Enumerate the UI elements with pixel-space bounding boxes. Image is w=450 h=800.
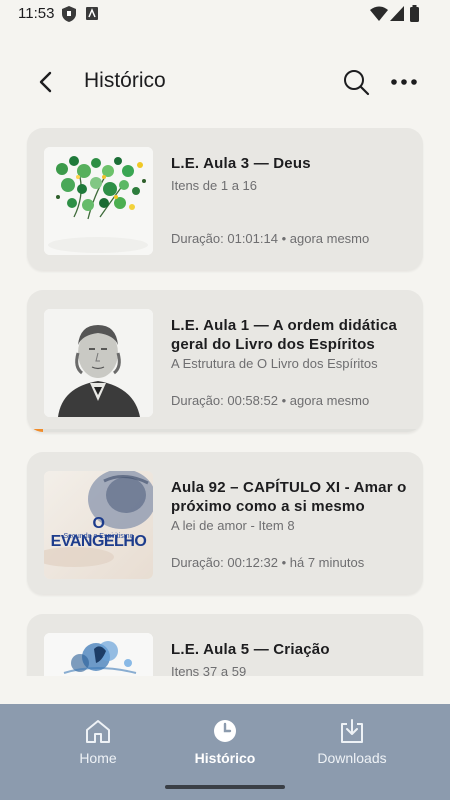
episode-duration: Duração: 01:01:14	[171, 231, 278, 246]
episode-thumbnail	[44, 147, 153, 255]
episode-subtitle: Itens 37 a 59	[171, 664, 247, 676]
episode-subtitle: A lei de amor - Item 8	[171, 518, 295, 533]
episode-title: L.E. Aula 3 — Deus	[171, 155, 311, 172]
app-bar: Histórico	[0, 52, 450, 112]
episode-duration: Duração: 00:58:52	[171, 393, 278, 408]
playback-progress-fill	[27, 429, 43, 432]
episode-subtitle: A Estrutura de O Livro dos Espíritos	[171, 356, 378, 371]
nav-historico[interactable]: Histórico	[160, 714, 290, 774]
episode-title: L.E. Aula 1 — A ordem didática geral do …	[171, 317, 398, 353]
battery-icon	[410, 5, 419, 22]
nav-downloads[interactable]: Downloads	[287, 714, 417, 774]
episode-meta: Duração: 00:12:32 • há 7 minutos	[171, 555, 364, 570]
history-item[interactable]: O EVANGELHO Segundo o Espiritismo Aula 9…	[27, 452, 423, 594]
meta-separator: •	[281, 555, 290, 570]
episode-played-time: há 7 minutos	[289, 555, 365, 570]
more-horizontal-icon	[391, 79, 417, 85]
cover-subtitle-text: Segundo o Espiritismo	[63, 533, 134, 540]
signal-icon	[390, 6, 404, 21]
creation-artwork-image	[44, 633, 153, 676]
app-notification-icon	[86, 7, 98, 20]
nav-historico-label: Histórico	[194, 750, 256, 766]
episode-played-time: agora mesmo	[289, 231, 370, 246]
wifi-icon	[370, 6, 388, 21]
episode-subtitle: Itens de 1 a 16	[171, 178, 258, 193]
status-time: 11:53	[18, 5, 55, 22]
download-icon	[341, 719, 363, 743]
more-options-button[interactable]	[388, 66, 420, 98]
episode-meta: Duração: 01:01:14 • agora mesmo	[171, 231, 369, 246]
gesture-home-indicator[interactable]	[165, 785, 285, 789]
playback-progress-bar	[27, 429, 423, 432]
episode-thumbnail: O EVANGELHO Segundo o Espiritismo	[44, 471, 153, 579]
clock-icon	[214, 720, 236, 742]
episode-duration: Duração: 00:12:32	[171, 555, 278, 570]
tree-artwork-image	[44, 147, 153, 255]
episode-played-time: agora mesmo	[289, 393, 370, 408]
history-list[interactable]: L.E. Aula 3 — Deus Itens de 1 a 16 Duraç…	[0, 128, 450, 676]
episode-title: L.E. Aula 5 — Criação	[171, 641, 330, 658]
episode-thumbnail	[44, 633, 153, 676]
nav-home-label: Home	[79, 750, 117, 766]
history-item[interactable]: L.E. Aula 1 — A ordem didática geral do …	[27, 290, 423, 432]
shield-icon	[62, 6, 76, 22]
nav-downloads-label: Downloads	[317, 750, 387, 766]
status-bar: 11:53	[0, 0, 450, 28]
arrow-back-icon	[39, 71, 52, 93]
meta-separator: •	[281, 231, 290, 246]
episode-thumbnail	[44, 309, 153, 417]
history-item[interactable]: L.E. Aula 5 — Criação Itens 37 a 59	[27, 614, 423, 676]
search-icon	[344, 70, 370, 96]
episode-meta: Duração: 00:58:52 • agora mesmo	[171, 393, 369, 408]
episode-title: Aula 92 – CAPÍTULO XI - Amar o próximo c…	[171, 479, 407, 515]
home-icon	[86, 720, 110, 743]
search-button[interactable]	[340, 66, 372, 98]
page-title: Histórico	[84, 69, 166, 92]
meta-separator: •	[281, 393, 290, 408]
portrait-engraving-image	[44, 309, 153, 417]
nav-home[interactable]: Home	[33, 714, 163, 774]
history-item[interactable]: L.E. Aula 3 — Deus Itens de 1 a 16 Duraç…	[27, 128, 423, 270]
back-button[interactable]	[30, 66, 62, 98]
